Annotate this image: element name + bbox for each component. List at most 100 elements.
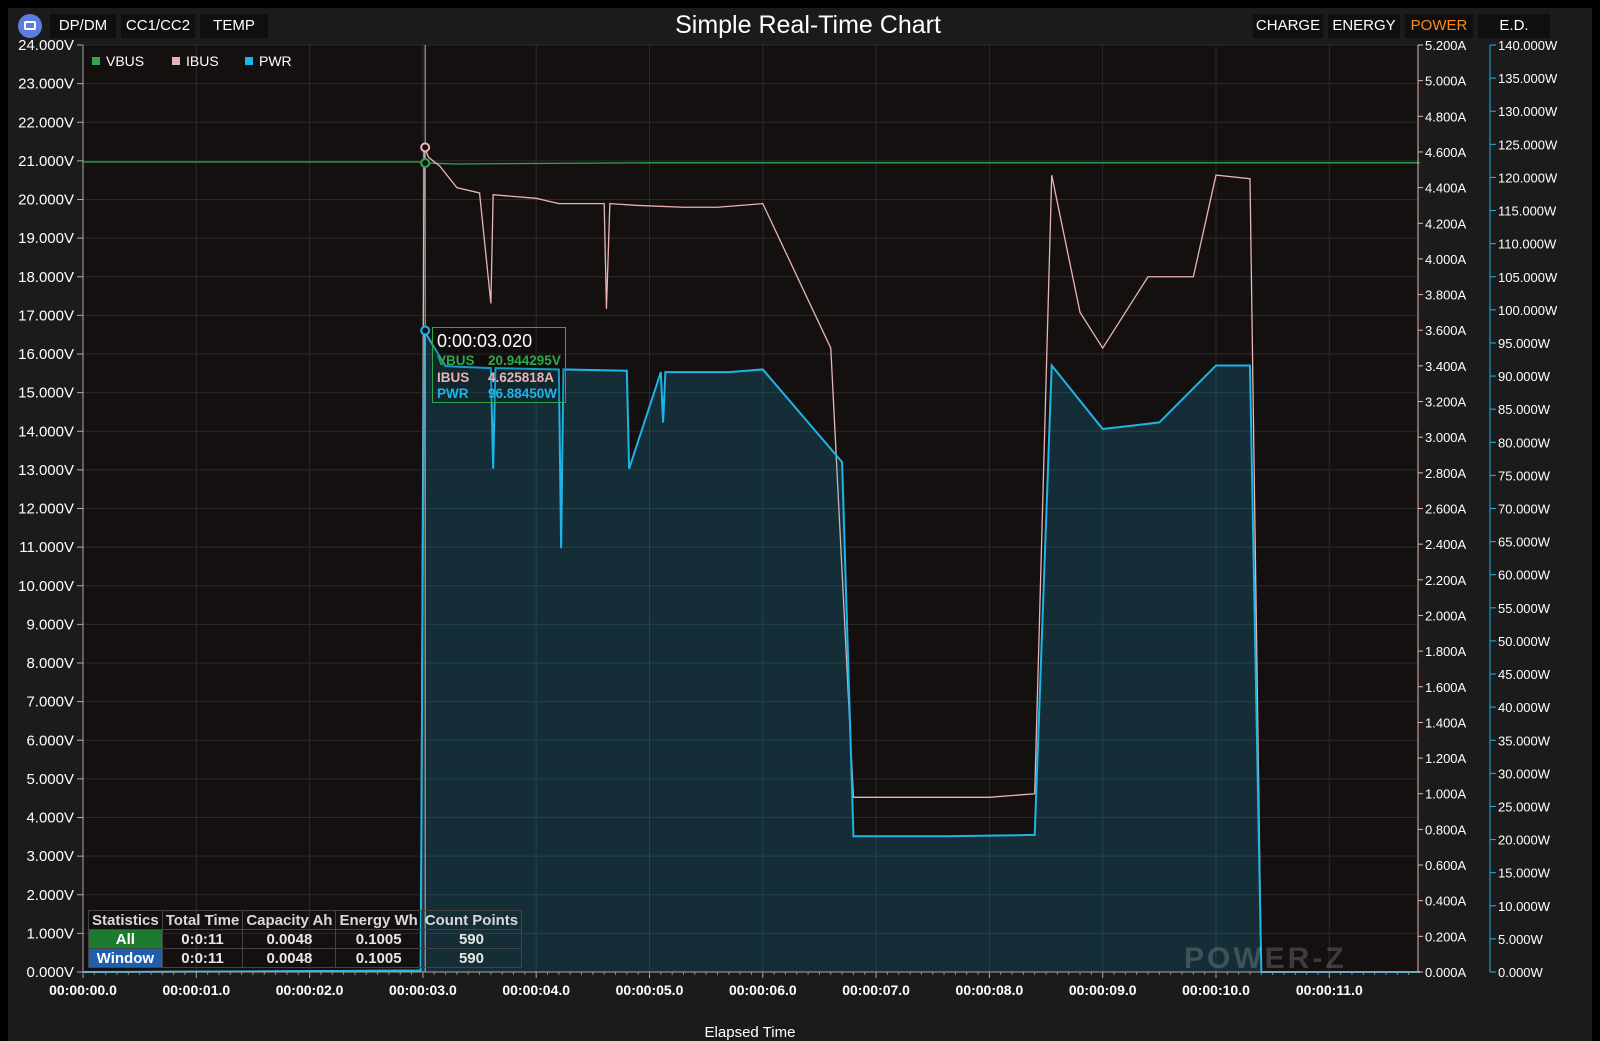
current-tick-label: 3.000A (1425, 430, 1467, 445)
x-tick-label: 00:00:04.0 (502, 982, 570, 998)
power-tick-label: 75.000W (1498, 468, 1551, 483)
current-tick-label: 4.400A (1425, 181, 1467, 196)
tooltip-time: 0:00:03.020 (437, 331, 533, 351)
current-tick-label: 4.000A (1425, 252, 1467, 267)
left-tick-label: 10.000V (18, 578, 74, 595)
left-tick-label: 4.000V (26, 810, 74, 827)
current-tick-label: 2.200A (1425, 573, 1467, 588)
power-tick-label: 85.000W (1498, 402, 1551, 417)
stats-header: Capacity Ah (242, 910, 337, 930)
x-tick-label: 00:00:03.0 (389, 982, 457, 998)
power-tick-label: 45.000W (1498, 667, 1551, 682)
x-tick-label: 00:00:08.0 (956, 982, 1024, 998)
power-tick-label: 20.000W (1498, 833, 1551, 848)
left-tick-label: 8.000V (26, 655, 74, 672)
x-tick-label: 00:00:09.0 (1069, 982, 1137, 998)
current-tick-label: 4.200A (1425, 216, 1467, 231)
current-tick-label: 1.000A (1425, 787, 1467, 802)
tooltip-ibus-value: 4.625818A (488, 370, 555, 385)
left-tick-label: 11.000V (19, 539, 74, 556)
statistics-table: Statistics Total Time Capacity Ah Energy… (88, 910, 523, 968)
left-tick-label: 19.000V (18, 230, 74, 247)
realtime-chart[interactable]: 0.000V 1.000V 2.000V 3.000V 4.000V 5.000V 6.00… (0, 0, 1600, 1041)
current-tick-label: 1.400A (1425, 715, 1467, 730)
power-tick-label: 0.000W (1498, 965, 1544, 980)
power-tick-label: 80.000W (1498, 435, 1551, 450)
cursor-tooltip: 0:00:03.020 VBUS 20.944295V IBUS 4.62581… (432, 327, 566, 403)
power-tick-label: 35.000W (1498, 733, 1551, 748)
stats-row-label: All (88, 929, 163, 949)
legend-label: IBUS (186, 53, 219, 69)
x-tick-label: 00:00:00.0 (49, 982, 117, 998)
current-tick-label: 1.600A (1425, 680, 1467, 695)
power-tick-label: 95.000W (1498, 336, 1551, 351)
power-tick-label: 40.000W (1498, 700, 1551, 715)
power-z-watermark: POWER-Z (1184, 942, 1347, 975)
current-tick-label: 5.200A (1425, 38, 1467, 53)
left-tick-label: 7.000V (26, 694, 74, 711)
x-tick-label: 00:00:01.0 (162, 982, 230, 998)
left-tick-label: 5.000V (26, 771, 74, 788)
left-tick-label: 6.000V (26, 732, 74, 749)
x-tick-label: 00:00:06.0 (729, 982, 797, 998)
power-tick-label: 115.000W (1498, 204, 1557, 219)
power-tick-label: 15.000W (1498, 866, 1551, 881)
power-tick-label: 30.000W (1498, 766, 1551, 781)
tooltip-pwr-value: 96.88450W (488, 386, 558, 401)
left-tick-label: 15.000V (18, 385, 74, 402)
current-tick-label: 2.000A (1425, 608, 1467, 623)
stats-cell: 0.0048 (242, 929, 337, 949)
x-axis-label: Elapsed Time (705, 1024, 796, 1041)
left-tick-label: 24.000V (18, 37, 74, 54)
left-tick-label: 2.000V (26, 887, 74, 904)
power-tick-label: 105.000W (1498, 270, 1558, 285)
power-tick-label: 100.000W (1498, 303, 1558, 318)
stats-cell: 590 (420, 929, 523, 949)
current-tick-label: 3.400A (1425, 359, 1467, 374)
current-tick-label: 3.200A (1425, 395, 1467, 410)
x-tick-label: 00:00:11.0 (1296, 982, 1363, 998)
left-tick-label: 13.000V (18, 462, 74, 479)
power-tick-label: 60.000W (1498, 568, 1551, 583)
cursor-marker-pwr (420, 325, 431, 336)
tooltip-vbus-label: VBUS (437, 353, 475, 368)
stats-header-row: Statistics Total Time Capacity Ah Energy… (88, 910, 523, 930)
legend-swatch (92, 57, 100, 65)
left-tick-label: 9.000V (26, 616, 74, 633)
tooltip-pwr-label: PWR (437, 386, 469, 401)
cursor-marker-ibus (420, 142, 431, 153)
stats-header: Count Points (420, 910, 523, 930)
left-tick-label: 18.000V (18, 269, 74, 286)
current-tick-label: 3.800A (1425, 288, 1467, 303)
tooltip-ibus-label: IBUS (437, 370, 470, 385)
stats-cell: 590 (420, 948, 523, 968)
legend-swatch (245, 57, 253, 65)
x-tick-label: 00:00:02.0 (276, 982, 344, 998)
power-tick-label: 90.000W (1498, 369, 1551, 384)
current-tick-label: 0.200A (1425, 929, 1467, 944)
left-tick-label: 22.000V (18, 114, 74, 131)
stats-header: Total Time (161, 910, 244, 930)
x-tick-label: 00:00:10.0 (1182, 982, 1250, 998)
legend-label: VBUS (106, 53, 144, 69)
current-tick-label: 0.400A (1425, 894, 1467, 909)
current-tick-label: 1.200A (1425, 751, 1467, 766)
power-tick-label: 70.000W (1498, 502, 1551, 517)
stats-row-label: Window (88, 948, 163, 968)
left-tick-label: 23.000V (18, 76, 74, 93)
stats-cell: 0.1005 (335, 948, 422, 968)
power-tick-label: 5.000W (1498, 932, 1544, 947)
power-tick-label: 110.000W (1498, 237, 1557, 252)
left-tick-label: 1.000V (26, 925, 74, 942)
left-tick-label: 16.000V (18, 346, 74, 363)
legend: VBUS IBUS PWR (92, 53, 292, 69)
left-tick-label: 17.000V (18, 307, 74, 324)
legend-swatch (172, 57, 180, 65)
left-tick-label: 3.000V (26, 848, 74, 865)
power-tick-label: 65.000W (1498, 535, 1551, 550)
current-tick-label: 0.000A (1425, 965, 1467, 980)
left-tick-label: 21.000V (18, 153, 74, 170)
current-tick-label: 3.600A (1425, 323, 1467, 338)
current-tick-label: 2.400A (1425, 537, 1467, 552)
x-tick-label: 00:00:05.0 (616, 982, 684, 998)
